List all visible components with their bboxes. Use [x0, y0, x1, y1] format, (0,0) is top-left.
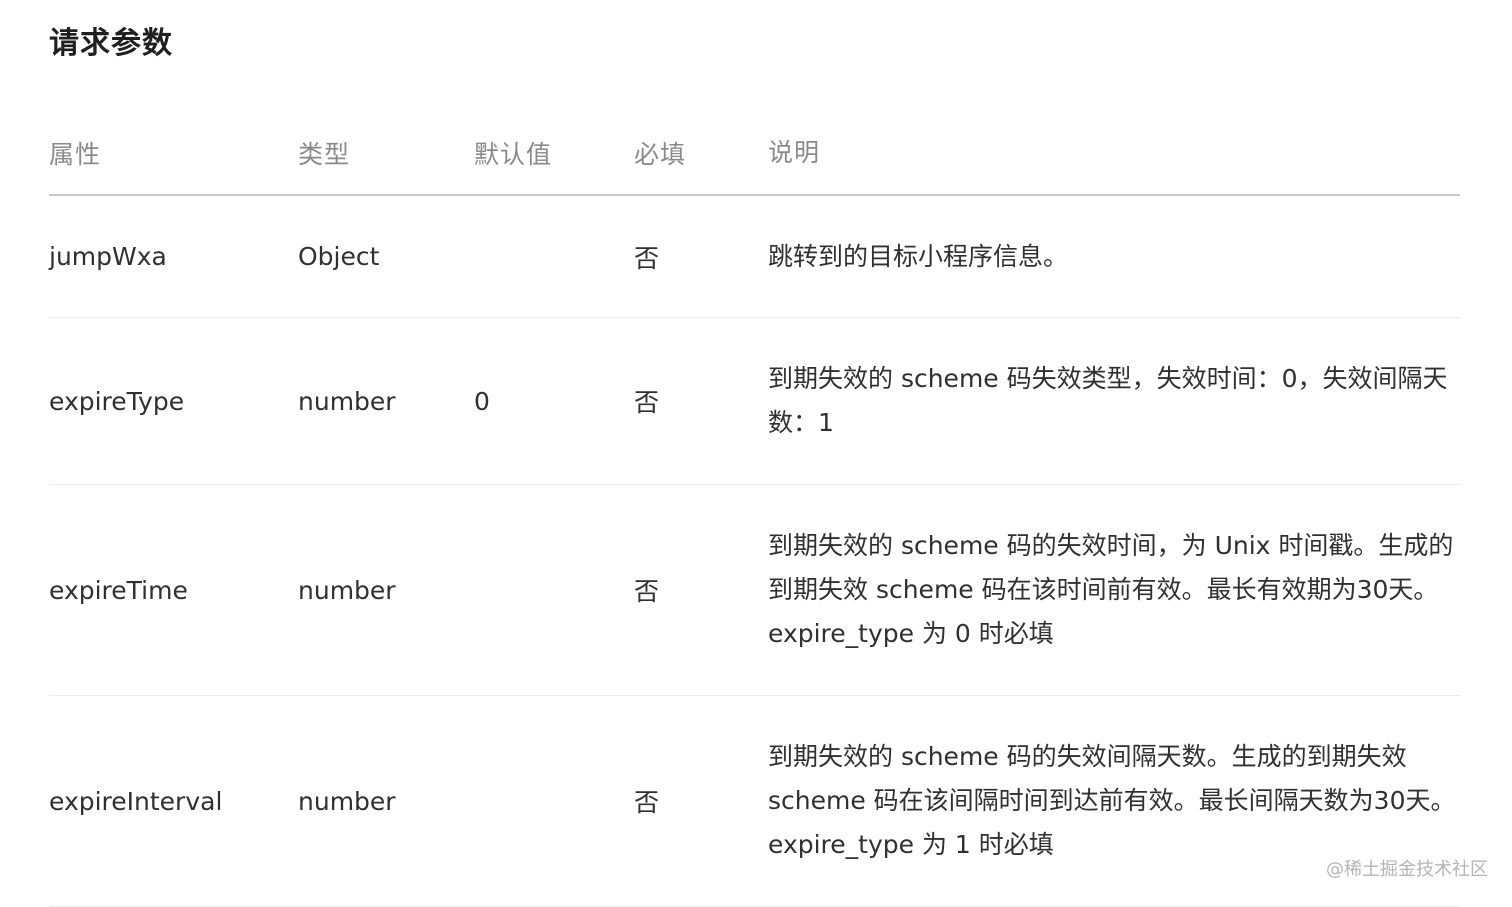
- cell-default: 0: [474, 386, 490, 416]
- cell-attr: expireType: [49, 386, 185, 416]
- cell-desc: 到期失效的 scheme 码的失效时间，为 Unix 时间戳。生成的到期失效 s…: [768, 531, 1454, 648]
- cell-required: 否: [634, 388, 660, 417]
- section-title: 请求参数: [49, 26, 173, 61]
- cell-desc: 到期失效的 scheme 码的失效间隔天数。生成的到期失效 scheme 码在该…: [768, 742, 1456, 859]
- cell-required: 否: [634, 577, 660, 606]
- table-row: expireTime number 否 到期失效的 scheme 码的失效时间，…: [49, 485, 1460, 696]
- cell-attr: jumpWxa: [49, 242, 167, 271]
- params-table: 属性 类型 默认值 必填 说明 jumpWxa Object 否 跳转到的目标小…: [49, 112, 1460, 907]
- cell-type: Object: [298, 242, 380, 271]
- cell-desc: 跳转到的目标小程序信息。: [768, 241, 1069, 271]
- header-required: 必填: [634, 140, 687, 169]
- table-row: expireInterval number 否 到期失效的 scheme 码的失…: [49, 696, 1460, 907]
- header-default: 默认值: [474, 140, 553, 169]
- cell-type: number: [298, 575, 396, 605]
- cell-attr: expireTime: [49, 575, 188, 605]
- header-type: 类型: [298, 140, 351, 169]
- cell-type: number: [298, 786, 396, 816]
- cell-required: 否: [634, 243, 660, 273]
- cell-desc: 到期失效的 scheme 码失效类型，失效时间：0，失效间隔天数：1: [768, 364, 1448, 437]
- cell-type: number: [298, 386, 396, 416]
- table-row: jumpWxa Object 否 跳转到的目标小程序信息。: [49, 196, 1460, 318]
- watermark: @稀土掘金技术社区: [1326, 859, 1488, 880]
- header-desc: 说明: [768, 138, 821, 167]
- table-row: expireType number 0 否 到期失效的 scheme 码失效类型…: [49, 318, 1460, 485]
- header-attr: 属性: [49, 140, 102, 169]
- table-header-row: 属性 类型 默认值 必填 说明: [49, 112, 1460, 196]
- cell-required: 否: [634, 788, 660, 817]
- cell-attr: expireInterval: [49, 786, 223, 816]
